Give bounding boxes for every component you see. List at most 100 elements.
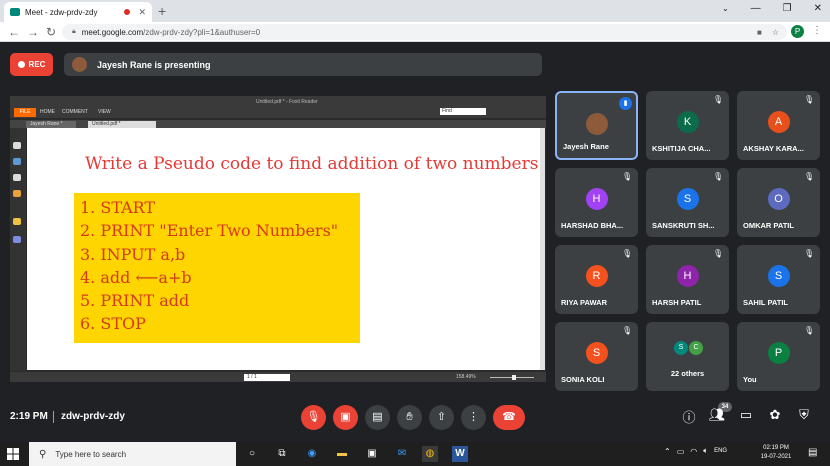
pdf-page-number: 1 / 1	[244, 374, 290, 381]
host-controls-icon[interactable]: ⛨	[795, 407, 813, 423]
presenter-avatar	[72, 57, 87, 72]
address-bar[interactable]: 🔒︎ meet.google.com/zdw-prdv-zdy?pli=1&au…	[62, 24, 787, 40]
mic-muted-icon: 🎙︎	[713, 249, 724, 258]
store-icon[interactable]: ▣	[364, 446, 380, 462]
activities-icon[interactable]: ✿	[766, 407, 784, 423]
participant-tile[interactable]: 🎙︎ R RIYA PAWAR	[555, 245, 638, 314]
speaking-indicator-icon: ▮	[619, 97, 632, 110]
participant-tile[interactable]: ▮ Jayesh Rane	[555, 91, 638, 160]
pseudocode-step: 5. PRINT add	[80, 291, 190, 311]
pseudocode-step: 6. STOP	[80, 314, 146, 334]
taskbar-search-box[interactable]: ⚲ Type here to search	[29, 442, 236, 466]
mail-icon[interactable]: ✉	[394, 446, 410, 462]
participant-name: SAHIL PATIL	[743, 298, 788, 307]
recording-badge[interactable]: REC	[10, 53, 53, 76]
participant-name: You	[743, 375, 757, 384]
participant-tile[interactable]: 🎙︎ H HARSH PATIL	[646, 245, 729, 314]
more-options-button[interactable]: ⋮	[461, 405, 486, 430]
mic-muted-icon: 🎙︎	[804, 95, 815, 104]
tab-title: Meet - zdw-prdv-zdy	[25, 7, 98, 17]
browser-toolbar: ← → ↻ 🔒︎ meet.google.com/zdw-prdv-zdy?pl…	[0, 22, 830, 42]
close-window-button[interactable]: ✕	[814, 3, 822, 14]
back-arrow-icon[interactable]: ←	[8, 25, 20, 39]
participant-avatar: A	[767, 111, 790, 133]
participant-name: OMKAR PATIL	[743, 221, 794, 230]
reload-icon[interactable]: ↻	[46, 25, 56, 39]
slide-title: Write a Pseudo code to find addition of …	[85, 154, 539, 174]
participant-tile[interactable]: 🎙︎ H HARSHAD BHA...	[555, 168, 638, 237]
participant-tile[interactable]: 🎙︎ A AKSHAY KARA...	[737, 91, 820, 160]
security-lock-icon	[13, 218, 21, 225]
edge-icon[interactable]: ◉	[304, 446, 320, 462]
participant-tile[interactable]: 🎙︎ O OMKAR PATIL	[737, 168, 820, 237]
browser-tab[interactable]: Meet - zdw-prdv-zdy ✕	[4, 2, 152, 22]
mic-muted-icon: 🎙︎	[804, 326, 815, 335]
mic-muted-icon: 🎙︎	[713, 95, 724, 104]
volume-icon[interactable]: 🔈︎	[703, 446, 708, 456]
participant-avatar: S	[767, 265, 790, 287]
leave-call-button[interactable]: ☎︎	[493, 405, 525, 430]
mic-muted-icon: 🎙︎	[804, 249, 815, 258]
taskbar-clock[interactable]: 02:19 PM 19-07-2021	[758, 444, 794, 462]
participant-name: AKSHAY KARA...	[743, 144, 804, 153]
chat-icon[interactable]: ▭	[737, 407, 755, 423]
language-indicator[interactable]: ENG	[714, 448, 727, 454]
network-icon[interactable]: ▭	[677, 447, 685, 456]
tab-search-icon[interactable]: ⌄	[722, 4, 729, 13]
cortana-icon[interactable]: ○	[244, 446, 260, 462]
others-tile[interactable]: S C 22 others	[646, 322, 729, 391]
pdf-status-bar: 1 / 1 158.49%	[10, 372, 546, 382]
participant-tile[interactable]: 🎙︎ S SANSKRUTI SH...	[646, 168, 729, 237]
pdf-side-toolbar	[10, 128, 26, 371]
tray-chevron-icon[interactable]: ⌃	[664, 447, 671, 456]
tab-close-icon[interactable]: ✕	[138, 7, 146, 18]
participant-avatar: S	[676, 188, 699, 210]
task-view-icon[interactable]: ⧉	[274, 446, 290, 462]
participant-name: HARSHAD BHA...	[561, 221, 624, 230]
raise-hand-button[interactable]: ✋︎	[397, 405, 422, 430]
meeting-code: zdw-prdv-zdy	[61, 411, 125, 422]
word-icon[interactable]: W	[452, 446, 468, 462]
mic-toggle-button[interactable]: 🎙︎	[301, 405, 326, 430]
meeting-details-icon[interactable]: ⓘ	[680, 407, 698, 426]
chrome-icon[interactable]: ◍	[422, 446, 438, 462]
windows-taskbar: ⚲ Type here to search ○ ⧉ ◉ ▬ ▣ ✉ ◍ W ⌃ …	[0, 442, 830, 466]
notification-icon[interactable]: ▤	[808, 447, 817, 458]
page-thumbnail-icon	[13, 142, 21, 149]
recording-indicator-icon	[124, 9, 131, 15]
participant-avatar: H	[676, 265, 699, 287]
file-explorer-icon[interactable]: ▬	[334, 446, 350, 462]
pdf-zoom-slider	[490, 375, 534, 380]
bookmark-star-icon[interactable]: ☆	[772, 28, 779, 37]
pseudocode-step: 2. PRINT "Enter Two Numbers"	[80, 221, 339, 241]
new-tab-button[interactable]: +	[158, 3, 166, 19]
people-icon[interactable]: 👥︎	[708, 407, 726, 423]
attachment-icon	[13, 190, 21, 197]
participant-avatar: K	[676, 111, 699, 133]
zoom-slider-knob	[512, 375, 516, 380]
restore-button[interactable]: ❐	[783, 3, 792, 14]
camera-in-use-icon[interactable]: ■	[757, 28, 762, 37]
profile-avatar[interactable]: P	[791, 25, 804, 38]
windows-start-icon[interactable]	[7, 448, 19, 460]
present-now-button[interactable]: ⇧	[429, 405, 454, 430]
lock-icon[interactable]: 🔒︎	[72, 28, 76, 36]
participant-name: Jayesh Rane	[563, 142, 609, 151]
pdf-search-field: Find	[440, 108, 486, 115]
participant-tile[interactable]: 🎙︎ S SONIA KOLI	[555, 322, 638, 391]
participant-tile[interactable]: 🎙︎ S SAHIL PATIL	[737, 245, 820, 314]
pdf-zoom-level: 158.49%	[456, 374, 476, 380]
participant-avatar: O	[767, 188, 790, 210]
captions-button[interactable]: ▤	[365, 405, 390, 430]
participant-avatar: C	[689, 341, 703, 355]
mic-muted-icon: 🎙︎	[804, 172, 815, 181]
forward-arrow-icon[interactable]: →	[27, 25, 39, 39]
camera-toggle-button[interactable]: ▣	[333, 405, 358, 430]
pdf-page: Write a Pseudo code to find addition of …	[27, 128, 545, 370]
wifi-icon[interactable]: ◠	[690, 447, 697, 456]
mic-muted-icon: 🎙︎	[713, 172, 724, 181]
self-tile[interactable]: 🎙︎ P You	[737, 322, 820, 391]
minimize-button[interactable]: —	[751, 3, 761, 14]
browser-menu-icon[interactable]: ⋮	[812, 26, 822, 36]
participant-tile[interactable]: 🎙︎ K KSHITIJA CHA...	[646, 91, 729, 160]
